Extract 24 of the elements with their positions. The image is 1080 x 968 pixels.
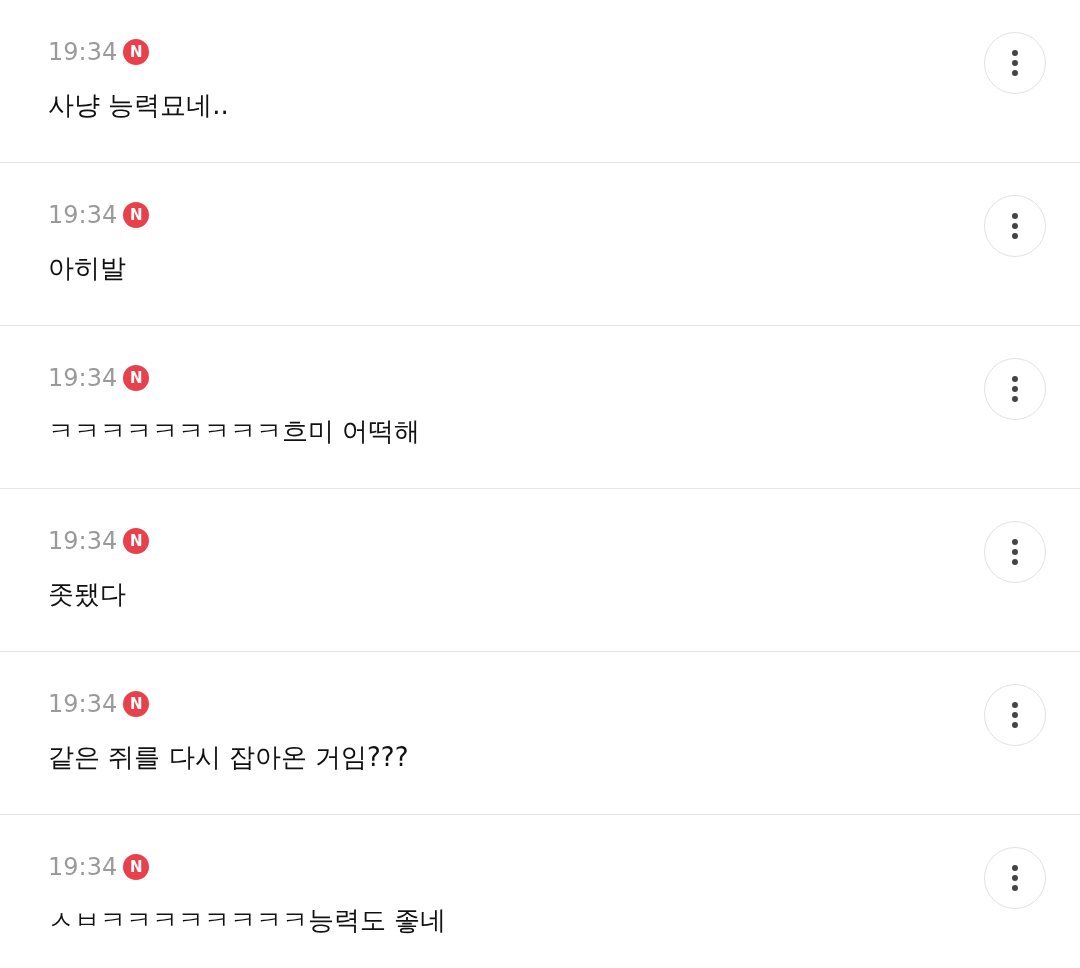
comment-time: 19:34 [48, 201, 118, 229]
kebab-menu-icon [1012, 702, 1018, 728]
new-badge: N [123, 365, 150, 391]
new-badge: N [123, 528, 150, 554]
kebab-menu-icon [1012, 865, 1018, 891]
kebab-menu-icon [1012, 539, 1018, 565]
new-badge: N [123, 854, 150, 880]
comment-time: 19:34 [48, 853, 118, 881]
new-badge: N [123, 691, 150, 717]
comment-text: 좃됐다 [48, 578, 127, 611]
kebab-menu-icon [1012, 376, 1018, 402]
comment-time: 19:34 [48, 364, 118, 392]
comment-time: 19:34 [48, 527, 118, 555]
new-badge: N [123, 202, 150, 228]
comment-time: 19:34 [48, 690, 118, 718]
comment-text: 사냥 능력묘네.. [48, 89, 230, 122]
comment-text: ㅋㅋㅋㅋㅋㅋㅋㅋㅋ흐미 어떡해 [48, 415, 422, 448]
kebab-menu-icon [1012, 213, 1018, 239]
comment-text: 같은 쥐를 다시 잡아온 거임??? [48, 741, 410, 774]
comment-text: ㅅㅂㅋㅋㅋㅋㅋㅋㅋㅋ능력도 좋네 [48, 904, 448, 937]
comment-text: 아히발 [48, 252, 127, 285]
new-badge: N [123, 39, 150, 65]
comment-time: 19:34 [48, 38, 118, 66]
kebab-menu-icon [1012, 50, 1018, 76]
